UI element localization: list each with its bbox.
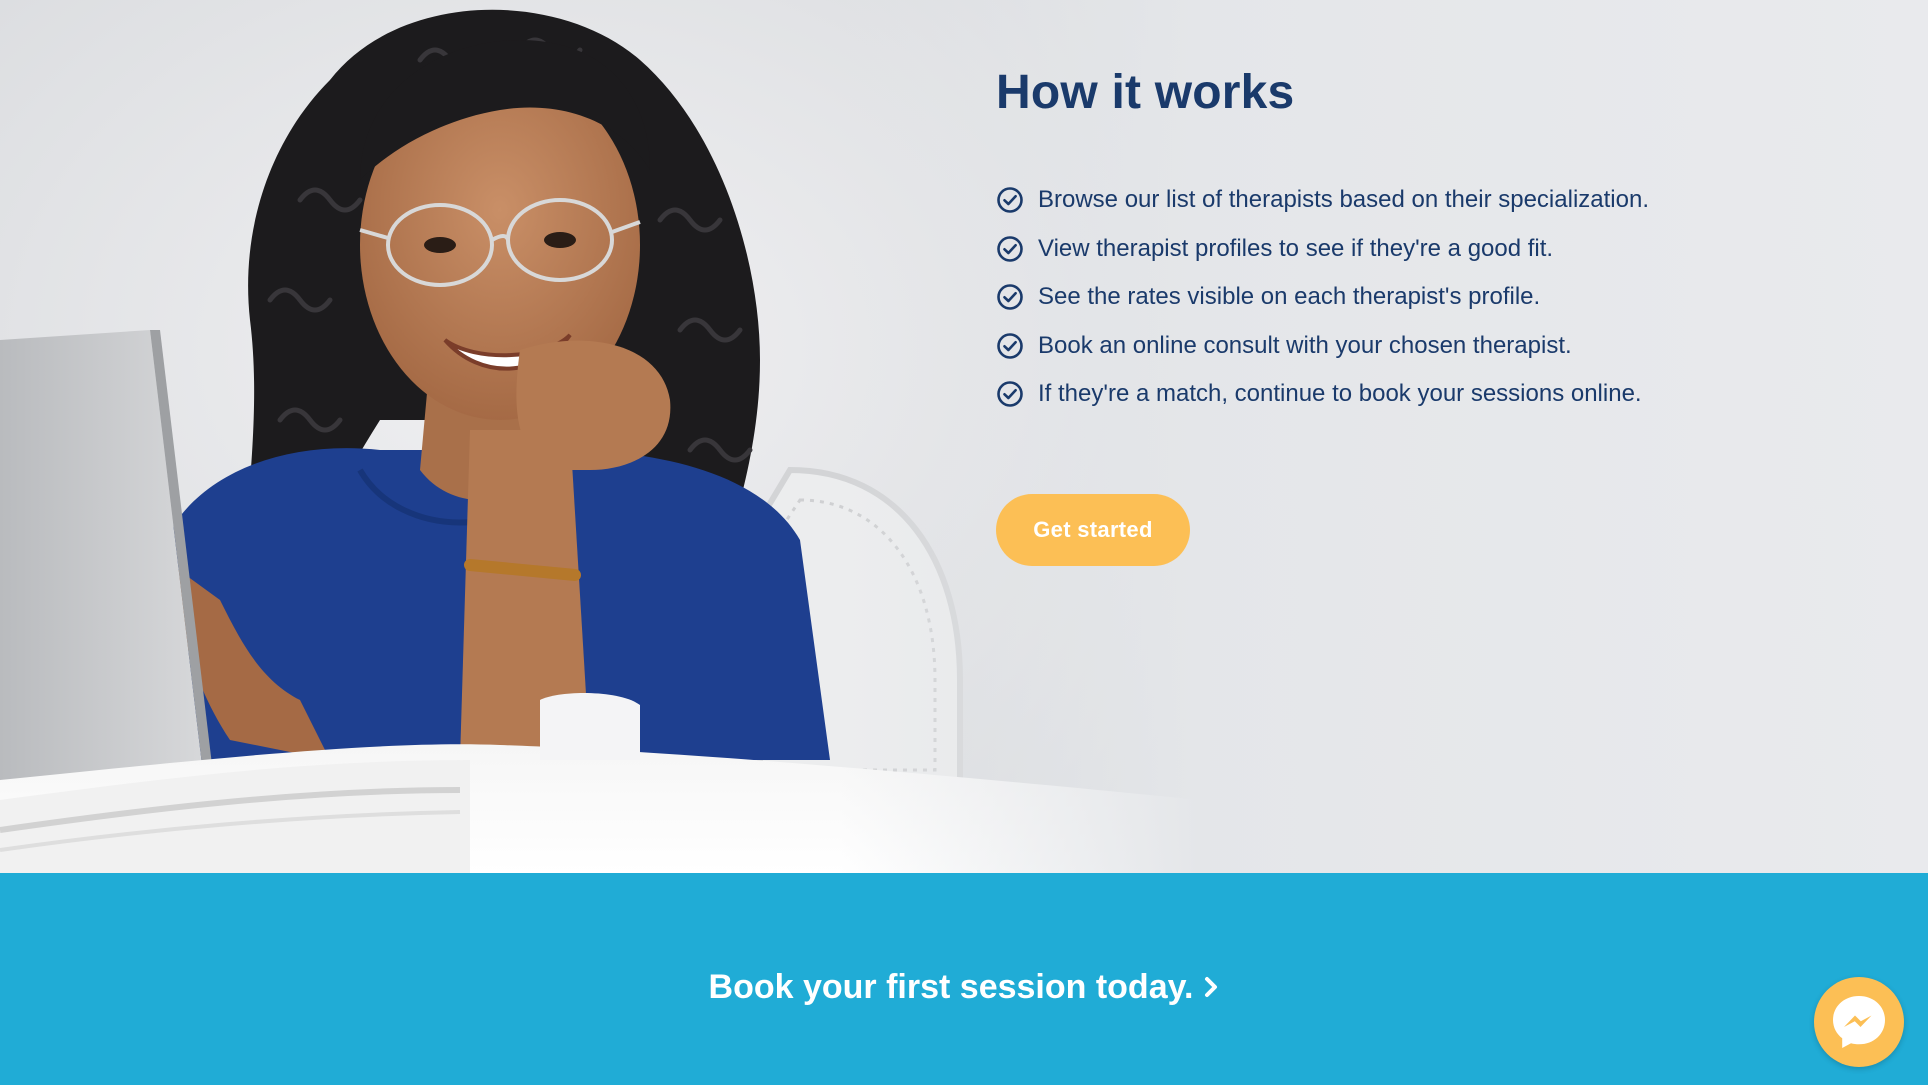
messenger-icon — [1833, 996, 1885, 1048]
step-text: If they're a match, continue to book you… — [1038, 380, 1642, 408]
step-item: View therapist profiles to see if they'r… — [996, 225, 1856, 274]
step-item: Book an online consult with your chosen … — [996, 322, 1856, 371]
booking-banner: Book your first session today. — [0, 873, 1928, 1085]
step-item: See the rates visible on each therapist'… — [996, 273, 1856, 322]
steps-list: Browse our list of therapists based on t… — [996, 176, 1856, 419]
step-item: If they're a match, continue to book you… — [996, 370, 1856, 419]
page: How it works Browse our list of therapis… — [0, 0, 1928, 1085]
get-started-button[interactable]: Get started — [996, 494, 1190, 566]
step-item: Browse our list of therapists based on t… — [996, 176, 1856, 225]
step-text: Browse our list of therapists based on t… — [1038, 186, 1649, 214]
how-it-works-content: How it works Browse our list of therapis… — [996, 60, 1856, 419]
step-text: Book an online consult with your chosen … — [1038, 331, 1572, 359]
check-circle-icon — [997, 332, 1023, 359]
chevron-right-icon — [1205, 977, 1218, 997]
check-circle-icon — [997, 381, 1023, 408]
section-title: How it works — [996, 66, 1295, 119]
check-circle-icon — [997, 235, 1023, 262]
how-it-works-section: How it works Browse our list of therapis… — [0, 0, 1928, 873]
check-circle-icon — [997, 187, 1023, 214]
book-session-link[interactable]: Book your first session today. — [0, 968, 1928, 1007]
check-circle-icon — [997, 284, 1023, 311]
book-session-link-text: Book your first session today. — [708, 968, 1194, 1006]
messenger-chat-button[interactable] — [1814, 977, 1904, 1067]
step-text: See the rates visible on each therapist'… — [1038, 283, 1541, 311]
step-text: View therapist profiles to see if they'r… — [1038, 234, 1554, 262]
